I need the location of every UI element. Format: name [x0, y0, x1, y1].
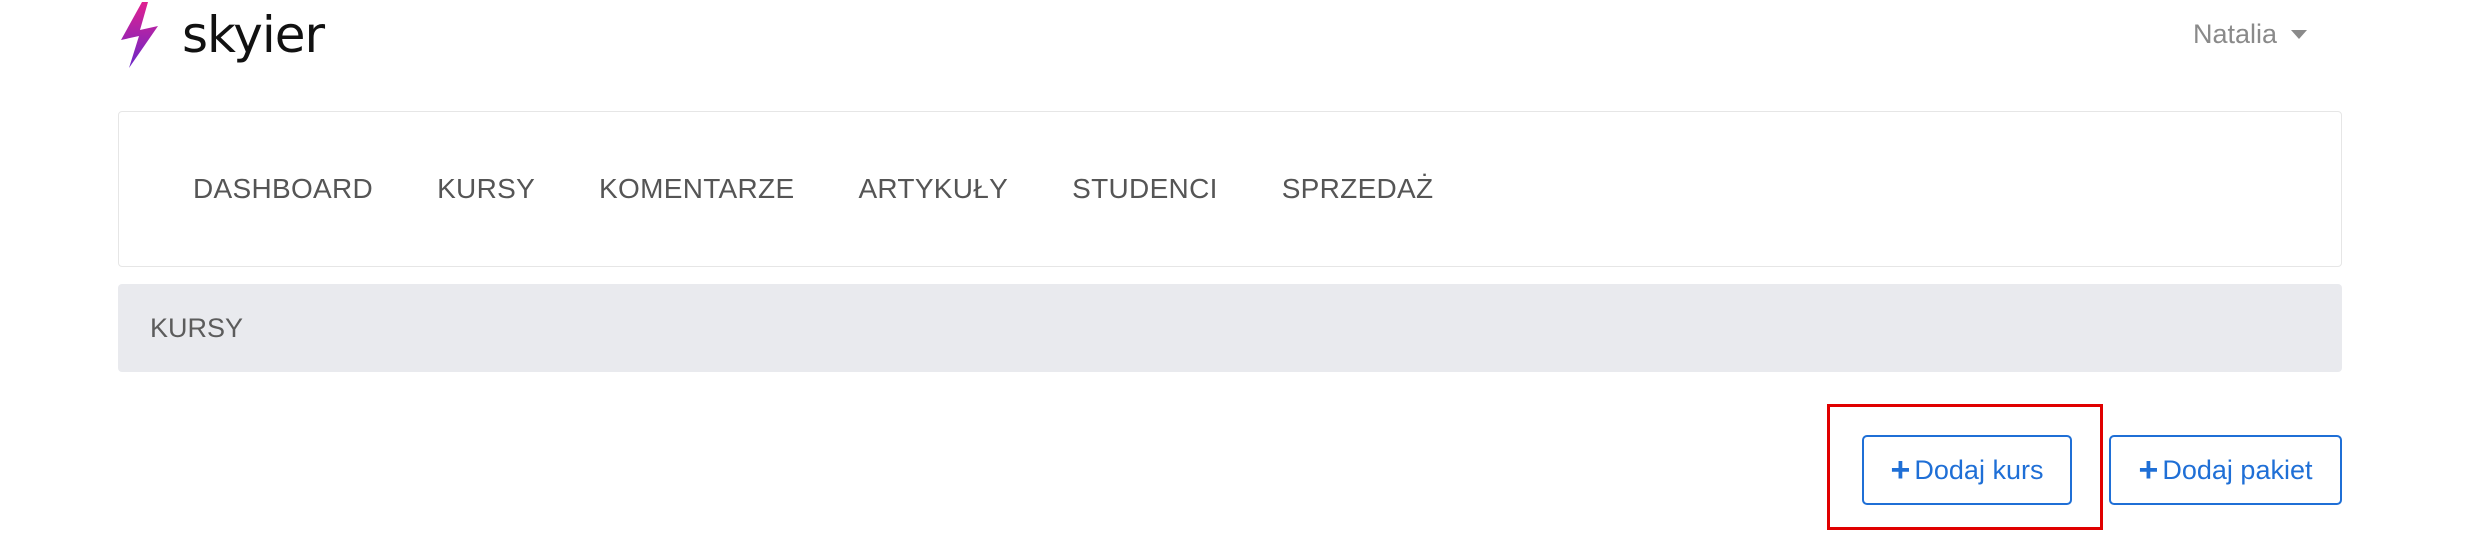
plus-icon: + — [1890, 451, 1911, 489]
breadcrumb-current: KURSY — [150, 312, 244, 343]
nav-item-kursy[interactable]: KURSY — [437, 173, 535, 205]
add-course-button[interactable]: + Dodaj kurs — [1862, 435, 2072, 505]
brand-name: skyier — [182, 6, 325, 64]
nav-item-studenci[interactable]: STUDENCI — [1072, 173, 1218, 205]
lightning-bolt-icon — [121, 2, 158, 68]
nav-item-artykuly[interactable]: ARTYKUŁY — [858, 173, 1008, 205]
nav-item-sprzedaz[interactable]: SPRZEDAŻ — [1282, 173, 1434, 205]
plus-icon: + — [2138, 451, 2159, 489]
caret-down-icon — [2291, 29, 2307, 39]
breadcrumb: KURSY — [118, 284, 2342, 372]
add-package-button[interactable]: + Dodaj pakiet — [2109, 435, 2342, 505]
add-package-label: Dodaj pakiet — [2162, 454, 2313, 485]
nav-item-dashboard[interactable]: DASHBOARD — [193, 173, 373, 205]
nav-item-komentarze[interactable]: KOMENTARZE — [599, 173, 794, 205]
user-menu[interactable]: Natalia — [2193, 14, 2307, 54]
brand-logo[interactable]: skyier — [118, 2, 325, 68]
add-course-label: Dodaj kurs — [1914, 454, 2044, 485]
main-nav: DASHBOARD KURSY KOMENTARZE ARTYKUŁY STUD… — [118, 111, 2342, 267]
user-name: Natalia — [2192, 18, 2277, 49]
